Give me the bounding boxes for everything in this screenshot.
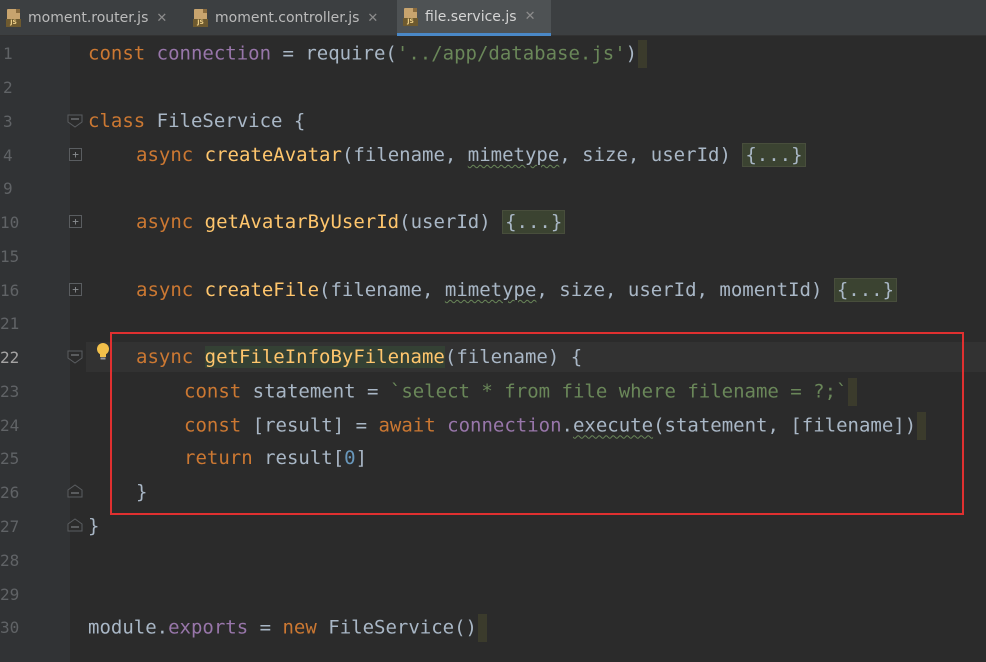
code-line-16: async createFile(filename, mimetype, siz… — [136, 277, 898, 303]
tab-label: moment.controller.js — [215, 10, 360, 26]
code-line-3: class FileService { — [88, 110, 306, 132]
close-icon[interactable]: ✕ — [156, 11, 167, 26]
code-line-1: const connection = require('../app/datab… — [88, 40, 648, 68]
js-file-icon: JS — [193, 9, 209, 27]
code-line-30: module.exports = new FileService() — [88, 614, 487, 642]
js-file-icon: JS — [403, 7, 419, 26]
tab-moment-router[interactable]: JS moment.router.js ✕ — [0, 0, 186, 36]
tab-label: moment.router.js — [28, 10, 149, 26]
folded-block[interactable]: {...} — [833, 278, 898, 302]
highlight-annotation-box — [110, 332, 964, 515]
editor-tab-bar: JS moment.router.js ✕ JS moment.controll… — [0, 0, 986, 36]
folded-block[interactable]: {...} — [742, 143, 806, 167]
code-line-4: async createAvatar(filename, mimetype, s… — [136, 142, 806, 168]
folded-block[interactable]: {...} — [502, 210, 566, 234]
close-icon[interactable]: ✕ — [367, 11, 378, 26]
code-line-10: async getAvatarByUserId(userId) {...} — [136, 209, 566, 235]
code-line-27: } — [88, 515, 100, 537]
close-icon[interactable]: ✕ — [525, 9, 536, 24]
tab-label: file.service.js — [425, 8, 517, 25]
js-file-icon: JS — [6, 9, 22, 27]
tab-file-service[interactable]: JS file.service.js ✕ — [397, 0, 551, 36]
tab-moment-controller[interactable]: JS moment.controller.js ✕ — [187, 0, 393, 36]
